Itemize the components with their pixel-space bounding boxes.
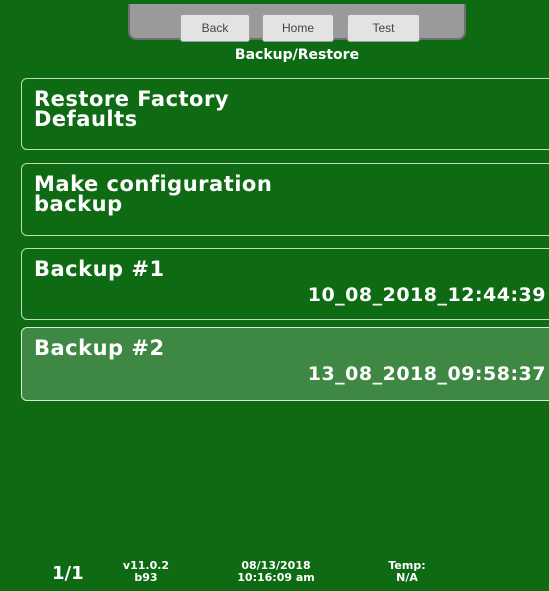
restore-factory-defaults-item[interactable]: Restore Factory Defaults bbox=[21, 78, 549, 150]
temp-value: N/A bbox=[396, 571, 418, 584]
item-title: Restore Factory Defaults bbox=[34, 87, 230, 131]
home-button[interactable]: Home bbox=[262, 14, 334, 42]
page-title: Backup/Restore bbox=[234, 47, 360, 63]
build-number: b93 bbox=[134, 571, 158, 584]
backup-timestamp: 13_08_2018_09:58:37 bbox=[307, 363, 546, 385]
item-title: Backup #1 bbox=[34, 257, 165, 281]
item-title: Make configuration backup bbox=[34, 172, 273, 216]
temperature: Temp: N/A bbox=[376, 560, 438, 584]
make-configuration-backup-item[interactable]: Make configuration backup bbox=[21, 163, 549, 236]
page-indicator: 1/1 bbox=[52, 563, 84, 584]
test-button[interactable]: Test bbox=[347, 14, 420, 42]
version-info: v11.0.2 b93 bbox=[121, 560, 171, 584]
current-time: 10:16:09 am bbox=[237, 571, 315, 584]
backup-2-item[interactable]: Backup #2 13_08_2018_09:58:37 bbox=[21, 327, 549, 401]
item-title: Backup #2 bbox=[34, 336, 165, 360]
date-time: 08/13/2018 10:16:09 am bbox=[221, 560, 331, 584]
backup-1-item[interactable]: Backup #1 10_08_2018_12:44:39 bbox=[21, 248, 549, 320]
back-button[interactable]: Back bbox=[180, 14, 250, 42]
backup-timestamp: 10_08_2018_12:44:39 bbox=[307, 284, 546, 306]
